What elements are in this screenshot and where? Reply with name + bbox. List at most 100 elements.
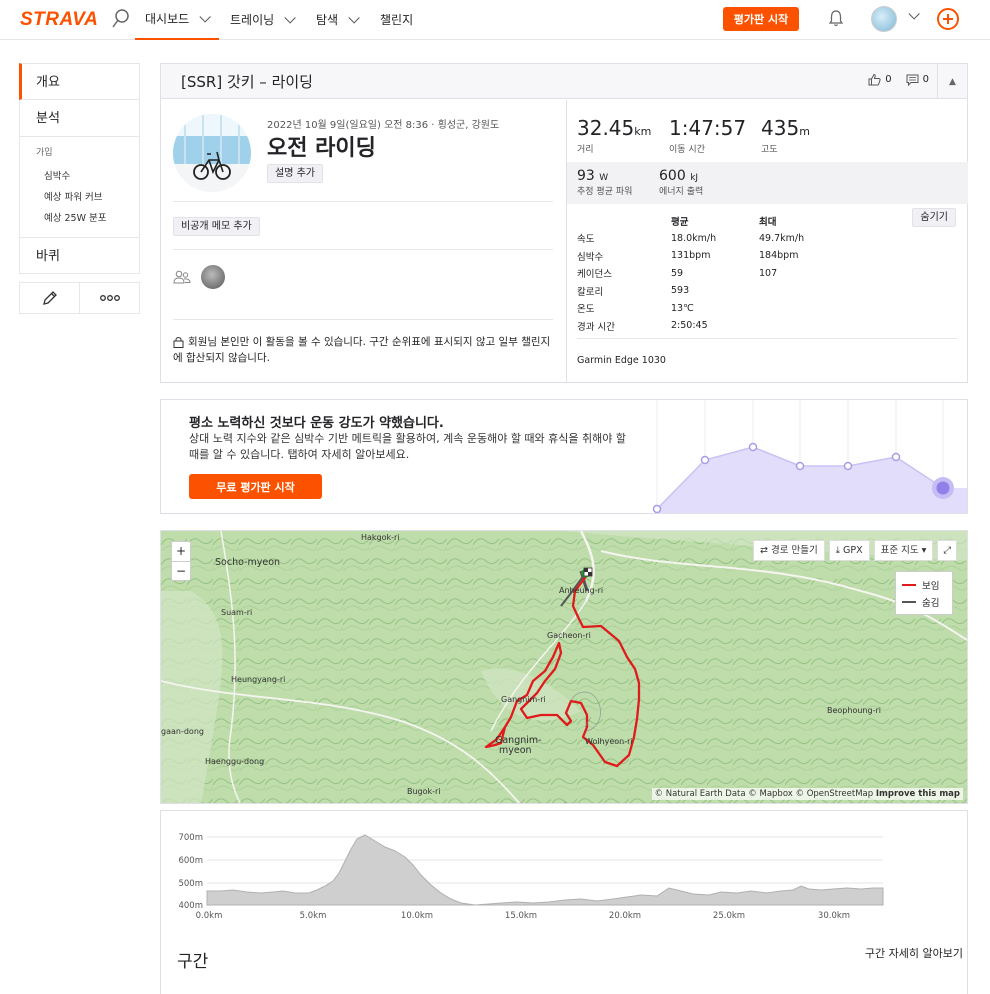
nav-explore[interactable]: 탐색 <box>316 0 360 40</box>
athlete-avatar[interactable] <box>201 265 225 289</box>
x-tick-label: 15.0km <box>505 911 537 921</box>
more-button[interactable] <box>79 283 139 313</box>
privacy-notice: 회원님 본인만 이 활동을 볼 수 있습니다. 구간 순위표에 표시되지 않고 … <box>173 334 553 366</box>
sidebar-group-title: 가입 <box>36 148 53 158</box>
legend-shown-label: 보임 <box>922 580 940 592</box>
stat-elevation: 435m 고도 <box>761 116 853 155</box>
user-avatar[interactable] <box>871 6 897 32</box>
map-style-select[interactable]: 표준 지도 ▾ <box>873 540 934 561</box>
primary-stats: 32.45km 거리 1:47:57 이동 시간 435m 고도 <box>577 116 853 155</box>
map-attribution: © Natural Earth Data © Mapbox © OpenStre… <box>651 788 963 800</box>
comments-button[interactable]: 0 <box>906 74 929 86</box>
fullscreen-button[interactable]: ⤢ <box>937 540 957 561</box>
collapse-button[interactable]: ▲ <box>937 64 967 99</box>
private-note-button[interactable]: 비공개 메모 추가 <box>173 217 260 236</box>
edit-button[interactable] <box>20 283 79 313</box>
y-tick-label: 500m <box>178 879 203 889</box>
map-label: Gacheon-ri <box>547 631 591 640</box>
activity-sidebar: 개요 분석 가입 심박수 예상 파워 커브 예상 25W 분포 바퀴 <box>19 63 140 314</box>
attribution-text[interactable]: © Natural Earth Data © Mapbox © OpenStre… <box>655 789 874 799</box>
comment-icon <box>906 74 919 86</box>
table-row: 심박수 131bpm 184bpm <box>577 247 839 265</box>
elevation-label: 고도 <box>761 145 778 155</box>
gpx-button[interactable]: ⤓ GPX <box>828 540 870 561</box>
stat-power: 93 W 추정 평균 파워 <box>577 168 659 197</box>
map-label: gaan-dong <box>161 727 204 736</box>
activity-stats: 32.45km 거리 1:47:57 이동 시간 435m 고도 93 W 추정… <box>566 100 968 383</box>
improve-map-link[interactable]: Improve this map <box>876 789 960 799</box>
sidebar-item-analysis[interactable]: 분석 <box>19 100 140 137</box>
pencil-icon <box>42 291 57 305</box>
add-description-button[interactable]: 설명 추가 <box>267 164 323 183</box>
stat-energy: 600 kJ 에너지 출력 <box>659 168 741 197</box>
kudos-button[interactable]: 0 <box>868 73 892 86</box>
sidebar-tools <box>19 282 140 314</box>
nav-training[interactable]: 트레이닝 <box>230 0 296 40</box>
activity-photo[interactable] <box>173 114 251 192</box>
create-route-button[interactable]: ⇄ 경로 만들기 <box>753 540 825 561</box>
map-label: Socho-myeon <box>215 557 281 568</box>
nav-challenges[interactable]: 챌린지 <box>380 0 413 40</box>
nav-dashboard[interactable]: 대시보드 <box>135 0 219 40</box>
sidebar-item-heart-rate[interactable]: 심박수 <box>36 166 139 187</box>
chevron-down-icon[interactable] <box>908 8 920 20</box>
relative-effort-promo: 평소 노력하신 것보다 운동 강도가 약했습니다. 상대 노력 지수와 같은 심… <box>160 399 968 514</box>
divider <box>173 319 553 320</box>
plus-circle-icon[interactable] <box>937 8 959 30</box>
power-unit: W <box>599 173 609 183</box>
free-trial-button[interactable]: 무료 평가판 시작 <box>189 474 322 499</box>
hide-stats-button[interactable]: 숨기기 <box>912 208 956 227</box>
sidebar-item-power-curve[interactable]: 예상 파워 커브 <box>36 187 139 208</box>
y-tick-label: 600m <box>178 856 203 866</box>
sidebar-subscription-group: 가입 심박수 예상 파워 커브 예상 25W 분포 <box>19 137 140 238</box>
zoom-controls: + − <box>171 541 191 581</box>
group-icon[interactable] <box>173 270 191 284</box>
row-avg: 593 <box>671 285 690 297</box>
kudos-count: 0 <box>885 74 892 85</box>
energy-label: 에너지 출력 <box>659 187 704 197</box>
more-dots-icon <box>99 295 120 301</box>
x-tick-label: 0.0km <box>196 911 223 921</box>
segments-learn-more-link[interactable]: 구간 자세히 알아보기 <box>865 945 963 961</box>
row-avg: 18.0km/h <box>671 232 717 244</box>
x-tick-label: 20.0km <box>609 911 641 921</box>
table-row: 케이던스 59 107 <box>577 265 839 283</box>
activity-title: 오전 라이딩 <box>267 136 376 161</box>
zoom-out-button[interactable]: − <box>172 561 190 580</box>
start-trial-button[interactable]: 평가판 시작 <box>723 7 799 31</box>
sidebar-item-bike[interactable]: 바퀴 <box>19 237 140 274</box>
row-avg: 59 <box>671 267 684 279</box>
activity-summary-card: [SSR] 갓키 – 라이딩 0 0 ▲ 2022년 10월 9일(일요일) 오… <box>160 63 968 383</box>
activity-header: [SSR] 갓키 – 라이딩 <box>161 64 967 99</box>
bell-icon[interactable] <box>828 9 844 27</box>
search-icon[interactable] <box>112 8 130 30</box>
chevron-down-icon <box>284 12 296 24</box>
row-label: 온도 <box>577 304 595 316</box>
sidebar-item-power-distribution[interactable]: 예상 25W 분포 <box>36 208 139 229</box>
zoom-in-button[interactable]: + <box>172 542 190 561</box>
map-label: myeon <box>499 745 532 756</box>
sidebar-item-overview[interactable]: 개요 <box>19 63 140 100</box>
fullscreen-icon: ⤢ <box>943 545 951 556</box>
legend-hidden: 숨김 <box>902 593 946 610</box>
y-tick-label: 700m <box>178 833 203 843</box>
map-style-label: 표준 지도 <box>880 545 919 556</box>
kudos-comments: 0 0 <box>868 73 929 86</box>
route-icon: ⇄ <box>760 545 772 556</box>
power-label: 추정 평균 파워 <box>577 187 633 197</box>
bicycle-photo-image <box>173 114 251 192</box>
row-label: 속도 <box>577 234 595 246</box>
strava-logo[interactable]: STRAVA <box>20 9 98 31</box>
route-map[interactable]: Hakgok-ri Socho-myeon Suam-ri Heungyang-… <box>160 530 968 804</box>
map-label: Beophoung-ri <box>827 706 881 715</box>
stats-table-header: 평균 최대 <box>577 212 839 230</box>
map-label: Haenggu-dong <box>205 757 265 766</box>
stat-moving-time: 1:47:57 이동 시간 <box>669 116 761 155</box>
privacy-text: 회원님 본인만 이 활동을 볼 수 있습니다. 구간 순위표에 표시되지 않고 … <box>173 336 551 364</box>
activity-meta: 2022년 10월 9일(일요일) 오전 8:36 · 횡성군, 강원도 <box>267 120 500 131</box>
table-row: 온도 13℃ <box>577 300 839 318</box>
moving-time-label: 이동 시간 <box>669 145 705 155</box>
row-max: 184bpm <box>759 250 799 262</box>
table-row: 경과 시간 2:50:45 <box>577 317 839 335</box>
distance-value: 32.45 <box>577 116 635 140</box>
